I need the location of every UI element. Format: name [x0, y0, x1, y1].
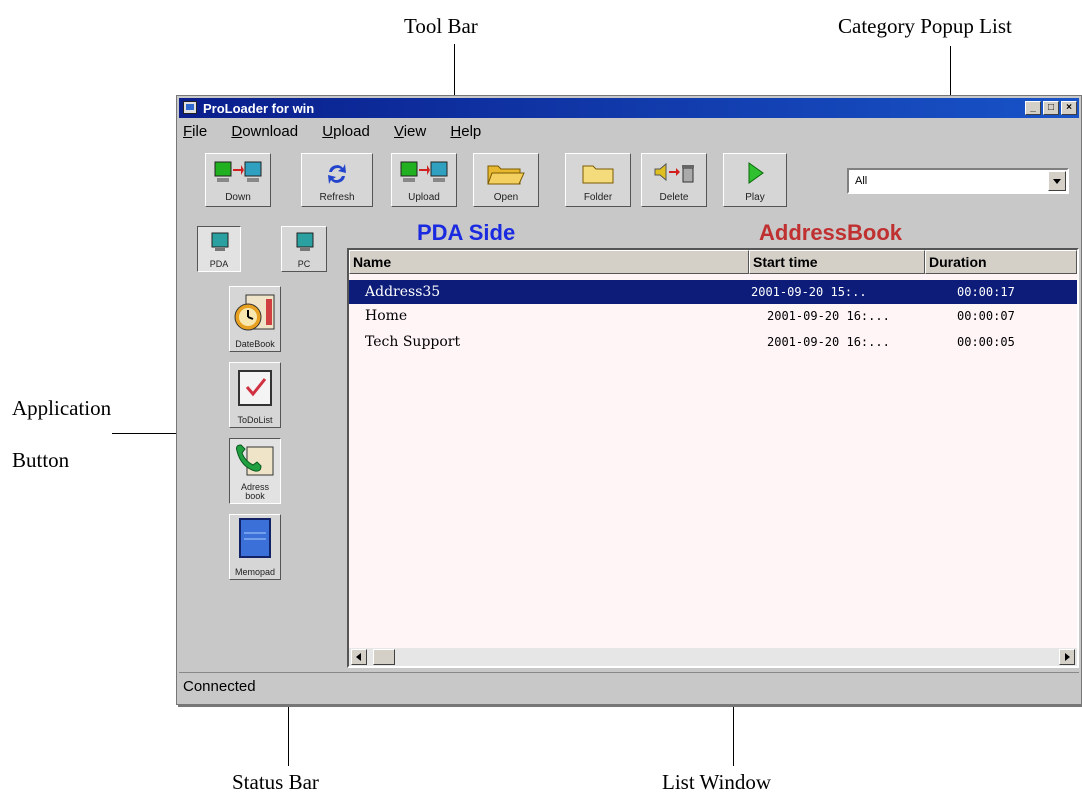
minimize-icon[interactable]: _: [1025, 101, 1041, 115]
column-name[interactable]: Name: [349, 250, 749, 274]
pc-button[interactable]: PC: [281, 226, 327, 272]
open-folder-icon: [487, 165, 525, 185]
menu-upload[interactable]: Upload: [322, 123, 370, 140]
refresh-icon: [328, 164, 346, 184]
scroll-left-icon[interactable]: [351, 649, 367, 665]
side-label: PDA Side: [417, 220, 516, 245]
application-button-panel: PDA PC DateBook ToDoList Adress book Mem…: [183, 216, 341, 666]
maximize-icon[interactable]: □: [1043, 101, 1059, 115]
status-text: Connected: [183, 678, 256, 695]
open-button[interactable]: Open: [473, 153, 539, 207]
app-label: AddressBook: [759, 220, 903, 245]
column-start-time[interactable]: Start time: [749, 250, 925, 274]
delete-icon: [654, 162, 694, 183]
upload-icon: [400, 161, 448, 182]
phone-book-icon: [236, 444, 274, 476]
chevron-down-icon[interactable]: [1048, 171, 1066, 191]
menu-bar: File Download Upload View Help: [183, 123, 501, 143]
menu-file[interactable]: File: [183, 123, 207, 140]
addressbook-button[interactable]: Adress book: [229, 438, 281, 504]
horizontal-scrollbar[interactable]: [349, 648, 1077, 666]
scroll-right-icon[interactable]: [1059, 649, 1075, 665]
list-header-band: PDA Side AddressBook: [347, 216, 1079, 246]
folder-icon: [582, 165, 614, 184]
list-window: PDA Side AddressBook Name Start time Dur…: [347, 216, 1079, 668]
pc-icon: [296, 232, 314, 251]
pda-icon: [211, 232, 229, 251]
category-popup-list[interactable]: All: [847, 168, 1069, 194]
category-selected-value: All: [855, 175, 868, 187]
pda-button[interactable]: PDA: [197, 226, 241, 272]
refresh-button[interactable]: Refresh: [301, 153, 373, 207]
folder-button[interactable]: Folder: [565, 153, 631, 207]
todolist-button[interactable]: ToDoList: [229, 362, 281, 428]
callout-status-bar: Status Bar: [232, 770, 319, 794]
window-title: ProLoader for win: [203, 101, 315, 116]
down-button[interactable]: Down: [205, 153, 271, 207]
memopad-button[interactable]: Memopad: [229, 514, 281, 580]
status-bar: Connected: [179, 672, 1079, 701]
menu-help[interactable]: Help: [450, 123, 481, 140]
column-duration[interactable]: Duration: [925, 250, 1077, 274]
memopad-icon: [239, 518, 271, 558]
play-button[interactable]: Play: [723, 153, 787, 207]
close-icon[interactable]: ×: [1061, 101, 1077, 115]
list-item[interactable]: Home 2001-09-20 16:... 00:00:07: [349, 304, 1077, 328]
upload-button[interactable]: Upload: [391, 153, 457, 207]
app-icon: [183, 101, 197, 114]
list-item[interactable]: Address35 2001-09-20 15:.. 00:00:17: [349, 280, 1077, 304]
datebook-icon: [234, 294, 275, 331]
callout-category-popup-list: Category Popup List: [838, 14, 1012, 38]
delete-button[interactable]: Delete: [641, 153, 707, 207]
play-icon: [748, 162, 764, 184]
callout-tool-bar: Tool Bar: [404, 14, 478, 38]
title-bar[interactable]: ProLoader for win _ □ ×: [179, 98, 1079, 118]
scroll-thumb[interactable]: [373, 649, 395, 665]
todolist-icon: [238, 370, 272, 406]
callout-button: Button: [12, 448, 70, 472]
menu-view[interactable]: View: [394, 123, 426, 140]
callout-line-status-bar: [288, 696, 289, 766]
callout-application: Application: [12, 396, 112, 420]
list-item[interactable]: Tech Support 2001-09-20 16:... 00:00:05: [349, 330, 1077, 354]
list-view[interactable]: Name Start time Duration Address35 2001-…: [347, 248, 1079, 668]
datebook-button[interactable]: DateBook: [229, 286, 281, 352]
down-icon: [214, 161, 262, 182]
menu-download[interactable]: Download: [231, 123, 298, 140]
tool-bar: Down Refresh Upload Open Folder Delete P…: [183, 148, 1079, 212]
callout-list-window: List Window: [662, 770, 772, 794]
proloader-window: ProLoader for win _ □ × File Download Up…: [176, 95, 1082, 705]
column-headers: Name Start time Duration: [349, 250, 1077, 274]
